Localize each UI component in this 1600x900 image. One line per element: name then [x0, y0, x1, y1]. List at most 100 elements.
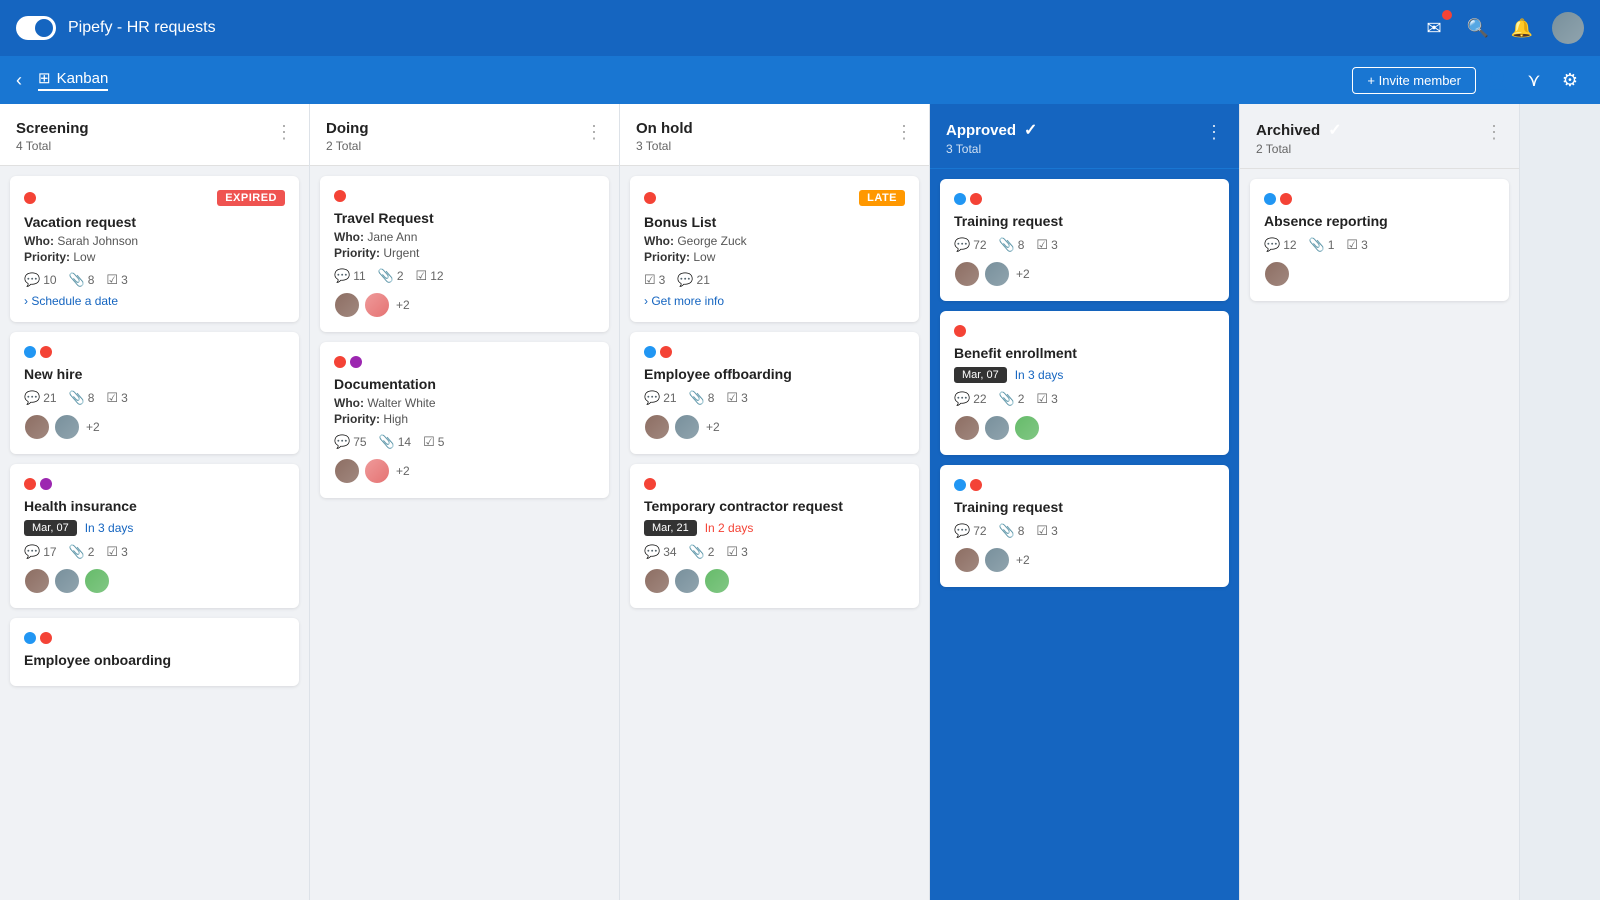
bell-icon[interactable]: 🔔	[1508, 14, 1536, 42]
sub-nav-right: + Invite member 👤 ⋎ ⚙	[1352, 66, 1584, 94]
col-menu-screening[interactable]: ⋮	[275, 122, 293, 143]
card-footer	[954, 415, 1215, 441]
col-menu-onhold[interactable]: ⋮	[895, 122, 913, 143]
logo-toggle[interactable]	[16, 16, 56, 40]
dot-red	[24, 478, 36, 490]
card-who: Who: George Zuck	[644, 234, 905, 248]
card-footer	[644, 568, 905, 594]
card-travelrequest[interactable]: Travel RequestWho: Jane AnnPriority: Urg…	[320, 176, 609, 332]
card-badge: LATE	[859, 190, 905, 206]
col-menu-archived[interactable]: ⋮	[1485, 122, 1503, 143]
dot-red	[40, 632, 52, 644]
stat-item: 📎2	[999, 391, 1025, 407]
stat-item: 💬21	[24, 390, 57, 406]
dot-blue	[954, 479, 966, 491]
stat-icon: 📎	[999, 391, 1015, 407]
column-screening: Screening4 Total⋮EXPIREDVacation request…	[0, 104, 310, 900]
card-priority: Priority: Urgent	[334, 246, 595, 260]
cards-doing: Travel RequestWho: Jane AnnPriority: Urg…	[310, 166, 619, 900]
stat-icon: ☑	[1346, 237, 1358, 253]
card-stats: 💬75📎14☑5	[334, 434, 595, 450]
stat-icon: 💬	[24, 272, 40, 288]
card-employeeoffboarding[interactable]: Employee offboarding💬21📎8☑3+2	[630, 332, 919, 454]
card-trainingrequest2[interactable]: Training request💬72📎8☑3+2	[940, 465, 1229, 587]
card-absencereporting[interactable]: Absence reporting💬12📎1☑3	[1250, 179, 1509, 301]
stat-item: ☑3	[1346, 237, 1367, 253]
card-avatar	[54, 414, 80, 440]
sub-nav: ‹ ⊞ Kanban + Invite member 👤 ⋎ ⚙	[0, 56, 1600, 104]
stat-item: 📎2	[689, 544, 715, 560]
messages-badge	[1442, 10, 1452, 20]
stat-icon: 📎	[689, 544, 705, 560]
messages-icon[interactable]: ✉	[1420, 14, 1448, 42]
col-subtitle-screening: 4 Total	[16, 139, 89, 153]
stat-value: 3	[121, 545, 128, 559]
card-top-row	[644, 346, 905, 358]
date-in: In 2 days	[705, 521, 754, 535]
card-footer: +2	[954, 261, 1215, 287]
stat-item: 💬12	[1264, 237, 1297, 253]
stat-value: 21	[43, 391, 56, 405]
stat-item: ☑3	[726, 544, 747, 560]
stat-icon: 💬	[24, 544, 40, 560]
stat-item: ☑3	[106, 390, 127, 406]
col-title-onhold: On hold	[636, 120, 693, 137]
avatar-count: +2	[1016, 267, 1030, 281]
person-icon[interactable]: 👤	[1484, 66, 1512, 94]
card-avatar	[984, 415, 1010, 441]
stat-icon: 📎	[69, 390, 85, 406]
card-top-row	[24, 632, 285, 644]
stat-value: 17	[43, 545, 56, 559]
card-stats: 💬72📎8☑3	[954, 523, 1215, 539]
settings-icon[interactable]: ⚙	[1556, 66, 1584, 94]
dot-blue	[644, 346, 656, 358]
card-stats: 💬10📎8☑3	[24, 272, 285, 288]
search-icon[interactable]: 🔍	[1464, 14, 1492, 42]
card-priority: Priority: High	[334, 412, 595, 426]
filter-icon[interactable]: ⋎	[1520, 66, 1548, 94]
stat-item: 📎8	[999, 237, 1025, 253]
stat-icon: 💬	[954, 391, 970, 407]
card-dots	[24, 192, 36, 204]
stat-value: 2	[397, 269, 404, 283]
card-title: Travel Request	[334, 210, 595, 226]
stat-icon: ☑	[106, 390, 118, 406]
invite-member-button[interactable]: + Invite member	[1352, 67, 1476, 94]
card-top-row	[954, 193, 1215, 205]
card-bonuslist[interactable]: LATEBonus ListWho: George ZuckPriority: …	[630, 176, 919, 322]
card-vacation[interactable]: EXPIREDVacation requestWho: Sarah Johnso…	[10, 176, 299, 322]
dot-purple	[350, 356, 362, 368]
stat-icon: 💬	[334, 434, 350, 450]
card-avatar	[364, 292, 390, 318]
card-stats: 💬11📎2☑12	[334, 268, 595, 284]
card-newhire[interactable]: New hire💬21📎8☑3+2	[10, 332, 299, 454]
back-button[interactable]: ‹	[16, 70, 22, 91]
stat-icon: 📎	[999, 523, 1015, 539]
card-top-row	[954, 325, 1215, 337]
stat-icon: ☑	[726, 544, 738, 560]
card-trainingrequest1[interactable]: Training request💬72📎8☑3+2	[940, 179, 1229, 301]
col-menu-doing[interactable]: ⋮	[585, 122, 603, 143]
card-tempcontractor[interactable]: Temporary contractor requestMar, 21In 2 …	[630, 464, 919, 608]
stat-icon: ☑	[423, 434, 435, 450]
card-employeeonboarding[interactable]: Employee onboarding	[10, 618, 299, 686]
stat-icon: ☑	[644, 272, 656, 288]
column-onhold: On hold3 Total⋮LATEBonus ListWho: George…	[620, 104, 930, 900]
kanban-tab[interactable]: ⊞ Kanban	[38, 69, 108, 91]
card-footer	[1264, 261, 1495, 287]
card-benefitenrollment[interactable]: Benefit enrollmentMar, 07In 3 days💬22📎2☑…	[940, 311, 1229, 455]
col-menu-approved[interactable]: ⋮	[1205, 122, 1223, 143]
stat-value: 8	[88, 391, 95, 405]
card-stats: 💬34📎2☑3	[644, 544, 905, 560]
user-avatar[interactable]	[1552, 12, 1584, 44]
top-nav: Pipefy - HR requests ✉ 🔍 🔔	[0, 0, 1600, 56]
stat-item: ☑3	[726, 390, 747, 406]
stat-item: 📎8	[999, 523, 1025, 539]
stat-value: 72	[973, 238, 986, 252]
schedule-link[interactable]: › Schedule a date	[24, 294, 285, 308]
check-icon-archived: ✓	[1328, 120, 1341, 140]
card-avatar	[54, 568, 80, 594]
get-more-link[interactable]: › Get more info	[644, 294, 905, 308]
card-healthinsurance[interactable]: Health insuranceMar, 07In 3 days💬17📎2☑3	[10, 464, 299, 608]
card-documentation[interactable]: DocumentationWho: Walter WhitePriority: …	[320, 342, 609, 498]
